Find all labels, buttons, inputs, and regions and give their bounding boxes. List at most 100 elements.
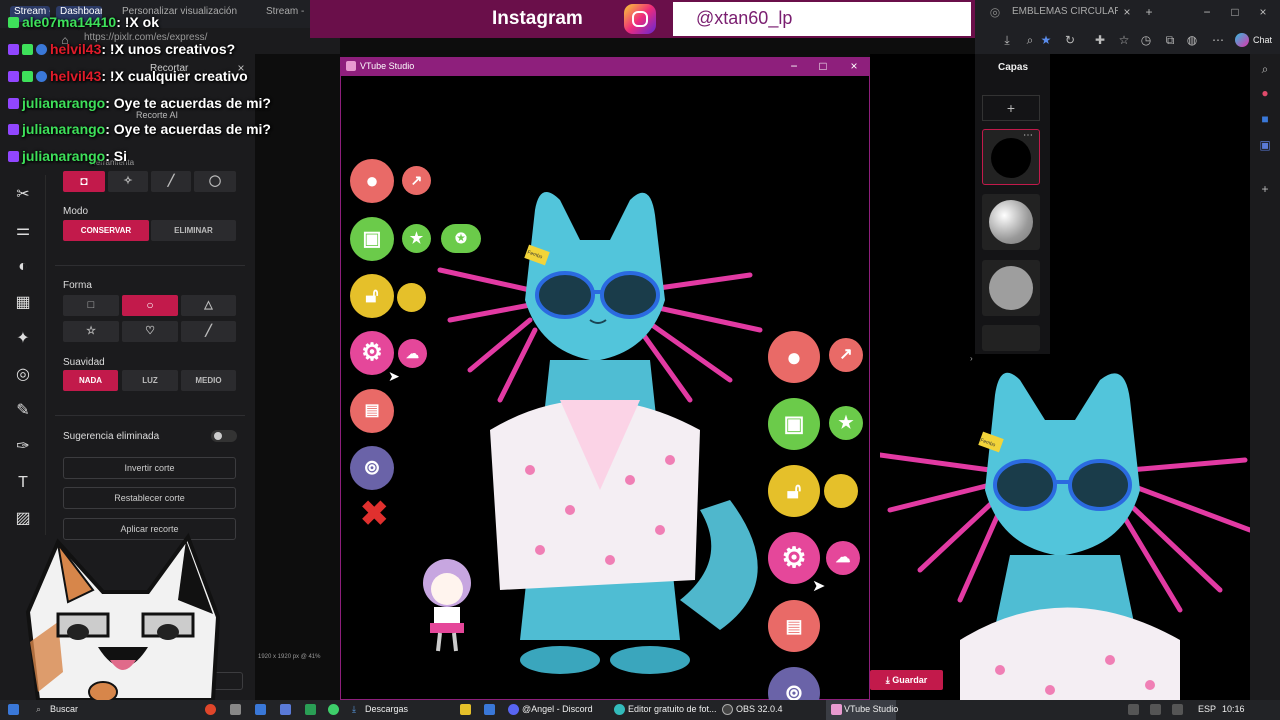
line-shape-button[interactable]: ╱: [181, 321, 236, 342]
suavidad-luz-button[interactable]: LUZ: [122, 370, 178, 391]
lasso-tool-button[interactable]: ◯: [194, 171, 236, 192]
favorite-button[interactable]: ★: [402, 224, 431, 253]
sparkle-icon[interactable]: ✦: [13, 329, 33, 349]
taskbar-descargas[interactable]: Descargas: [365, 704, 408, 714]
magic-wand-button[interactable]: ✧: [108, 171, 148, 192]
word-icon[interactable]: [484, 704, 495, 715]
layer-thumbnail[interactable]: [982, 325, 1040, 351]
log-button-2[interactable]: ▤: [768, 600, 820, 652]
browser-essentials-icon[interactable]: ◍: [1185, 33, 1199, 47]
save-button[interactable]: ⤓ Guardar: [870, 670, 943, 690]
chat-label[interactable]: Chat: [1253, 35, 1272, 45]
yellow-dot-button[interactable]: [397, 283, 426, 312]
language-indicator[interactable]: ESP: [1198, 704, 1216, 714]
favorite-button-2[interactable]: ★: [829, 406, 863, 440]
edge-icon[interactable]: [614, 704, 625, 715]
taskbar-vtube-studio[interactable]: VTube Studio: [826, 700, 898, 720]
brush-icon[interactable]: ✑: [13, 437, 33, 457]
brush-tool-button[interactable]: ╱: [151, 171, 191, 192]
new-tab-icon[interactable]: +: [1142, 5, 1156, 19]
app-icon[interactable]: [230, 704, 241, 715]
collections-icon[interactable]: ⧉: [1163, 33, 1177, 47]
app-icon-2[interactable]: ▣: [1258, 138, 1272, 152]
history-icon[interactable]: ◷: [1139, 33, 1153, 47]
log-button[interactable]: ▤: [350, 389, 394, 433]
share-button-2[interactable]: ↗: [829, 338, 863, 372]
layer-thumbnail[interactable]: [982, 194, 1040, 250]
tab-stream-2[interactable]: Stream -: [262, 6, 306, 22]
scissors-icon[interactable]: ✂: [13, 185, 33, 205]
favorites-icon[interactable]: ☆: [1117, 33, 1131, 47]
search-icon[interactable]: ⌕: [1258, 62, 1272, 76]
clock[interactable]: 10:16: [1222, 704, 1245, 714]
taskbar-discord[interactable]: @Angel - Discord: [522, 704, 593, 714]
browser-icon[interactable]: [205, 704, 216, 715]
square-shape-button[interactable]: □: [63, 295, 119, 316]
maximize-icon[interactable]: □: [1228, 5, 1242, 19]
heart-shape-button[interactable]: ♡: [122, 321, 178, 342]
excel-icon[interactable]: [305, 704, 316, 715]
obs-icon[interactable]: [722, 704, 733, 715]
suavidad-nada-button[interactable]: NADA: [63, 370, 118, 391]
fill-tool-button[interactable]: ◘: [63, 171, 105, 192]
zoom-icon[interactable]: ⌕: [1023, 33, 1037, 47]
download-icon[interactable]: ⤓: [1000, 33, 1014, 47]
recorte-ai-label[interactable]: Recorte AI: [136, 110, 178, 120]
close-tab-icon[interactable]: ×: [1120, 5, 1134, 19]
eliminar-button[interactable]: ELIMINAR: [151, 220, 236, 241]
taskbar-obs[interactable]: OBS 32.0.4: [736, 704, 783, 714]
background-button-2[interactable]: ▣: [768, 398, 820, 450]
adjust-icon[interactable]: ⚌: [13, 221, 33, 241]
discord-icon[interactable]: [508, 704, 519, 715]
app-icon[interactable]: [280, 704, 291, 715]
star-shape-button[interactable]: ☆: [63, 321, 119, 342]
layer-thumbnail[interactable]: ⋯: [982, 129, 1040, 185]
background-button[interactable]: ▣: [350, 217, 394, 261]
close-window-icon[interactable]: ×: [1256, 5, 1270, 19]
cloud-button-2[interactable]: ☁: [826, 541, 860, 575]
taskbar-editor[interactable]: Editor gratuito de fot...: [628, 704, 717, 714]
broadcast-button[interactable]: ⊚: [350, 446, 394, 490]
tray-icon[interactable]: [1128, 704, 1139, 715]
more-icon[interactable]: ⋯: [1211, 33, 1225, 47]
whatsapp-icon[interactable]: [328, 704, 339, 715]
vts-maximize-icon[interactable]: □: [815, 59, 831, 73]
circle-shape-button[interactable]: ○: [122, 295, 178, 316]
edge-icon[interactable]: [255, 704, 266, 715]
model-button-2[interactable]: ●: [768, 331, 820, 383]
suavidad-medio-button[interactable]: MEDIO: [181, 370, 236, 391]
folder-icon[interactable]: [460, 704, 471, 715]
share-button[interactable]: ↗: [402, 166, 431, 195]
tab-emblemas[interactable]: EMBLEMAS CIRCULARES - Bú: [1008, 6, 1118, 22]
app-icon[interactable]: ●: [1258, 86, 1272, 100]
favorite-star-icon[interactable]: ★: [1039, 33, 1053, 47]
spiral-icon[interactable]: ◎: [13, 365, 33, 385]
contrast-icon[interactable]: ◐: [13, 257, 33, 277]
lock-button-2[interactable]: 🔓︎: [768, 465, 820, 517]
tray-icon[interactable]: [1172, 704, 1183, 715]
taskbar-search[interactable]: Buscar: [50, 704, 78, 714]
filter-icon[interactable]: ▦: [13, 293, 33, 313]
cloud-button[interactable]: ☁: [398, 339, 427, 368]
layer-options-icon[interactable]: ⋯: [1023, 130, 1033, 141]
outlook-icon[interactable]: ■: [1258, 112, 1272, 126]
minimize-icon[interactable]: −: [1200, 5, 1214, 19]
refresh-icon[interactable]: ↻: [1063, 33, 1077, 47]
model-button[interactable]: ●: [350, 159, 394, 203]
invertir-corte-button[interactable]: Invertir corte: [63, 457, 236, 479]
eraser-icon[interactable]: ✎: [13, 401, 33, 421]
copilot-icon[interactable]: [1235, 33, 1249, 47]
yellow-dot-button-2[interactable]: [824, 474, 858, 508]
extensions-icon[interactable]: ✚: [1093, 33, 1107, 47]
windows-start-icon[interactable]: [8, 704, 19, 715]
triangle-shape-button[interactable]: △: [181, 295, 236, 316]
add-layer-button[interactable]: +: [982, 95, 1040, 121]
close-x-icon[interactable]: ✖: [360, 497, 389, 531]
layer-thumbnail[interactable]: [982, 260, 1040, 316]
add-app-icon[interactable]: +: [1258, 182, 1272, 196]
restablecer-corte-button[interactable]: Restablecer corte: [63, 487, 236, 509]
text-icon[interactable]: T: [13, 473, 33, 493]
conservar-button[interactable]: CONSERVAR: [63, 220, 149, 241]
tray-icon[interactable]: [1150, 704, 1161, 715]
vts-minimize-icon[interactable]: −: [786, 59, 802, 73]
